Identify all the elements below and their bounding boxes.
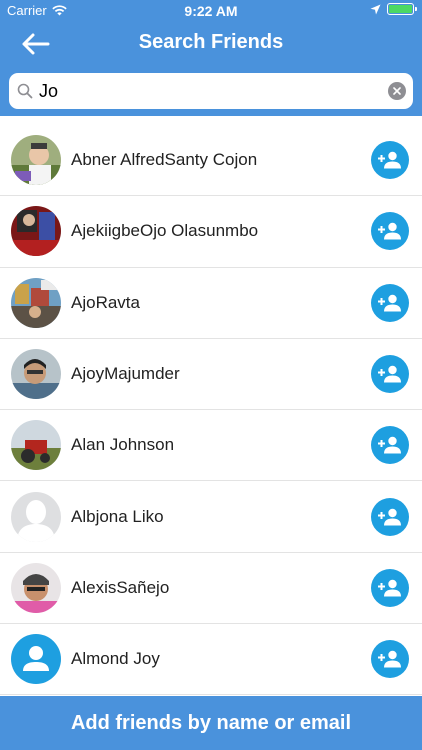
friend-row[interactable]: Alan Johnson [0, 410, 422, 482]
nav-bar: Search Friends [0, 22, 422, 66]
add-person-icon [378, 508, 401, 526]
add-friends-label: Add friends by name or email [70, 711, 352, 734]
avatar [11, 206, 61, 257]
friend-row[interactable]: Abner AlfredSanty Cojon [0, 125, 422, 197]
add-friend-button[interactable] [371, 568, 409, 607]
add-friend-button[interactable] [371, 283, 409, 322]
add-friend-button[interactable] [371, 355, 409, 394]
friend-name: Abner AlfredSanty Cojon [71, 150, 258, 170]
add-friend-button[interactable] [371, 141, 409, 180]
friend-name: Alan Johnson [71, 435, 175, 455]
avatar [11, 277, 61, 328]
friend-row[interactable]: AjekiigbeOjo Olasunmbo [0, 196, 422, 268]
status-time: 9:22 AM [184, 3, 238, 19]
avatar [11, 349, 61, 400]
avatar [11, 634, 61, 685]
friend-name: Almond Joy [71, 649, 160, 669]
page-title: Search Friends [138, 31, 284, 53]
friend-row[interactable]: AjoRavta [0, 268, 422, 339]
search-bar [9, 73, 413, 109]
add-friend-button[interactable] [371, 497, 409, 536]
friend-row[interactable]: Almond Joy [0, 624, 422, 696]
add-person-icon [378, 579, 401, 597]
add-friend-button[interactable] [371, 212, 409, 251]
search-icon [17, 83, 33, 99]
avatar [11, 562, 61, 613]
avatar [11, 135, 61, 186]
friend-name: AlexisSañejo [71, 577, 170, 597]
add-person-icon [378, 365, 401, 383]
add-friend-button[interactable] [371, 640, 409, 679]
friend-name: AjoRavta [71, 292, 140, 312]
friend-row[interactable]: AlexisSañejo [0, 553, 422, 625]
add-person-icon [378, 651, 401, 668]
clear-search-button[interactable] [388, 82, 406, 100]
add-person-icon [378, 437, 401, 454]
location-arrow-icon [370, 4, 381, 14]
friend-row[interactable]: Albjona Liko [0, 481, 422, 553]
friend-name: Albjona Liko [71, 506, 164, 526]
header: Carrier 9:22 AM Search Friends [0, 0, 422, 116]
add-friends-button[interactable]: Add friends by name or email [0, 696, 422, 750]
add-person-icon [378, 294, 401, 312]
friend-name: AjoyMajumder [71, 364, 180, 384]
search-input[interactable] [39, 73, 379, 109]
friend-name: AjekiigbeOjo Olasunmbo [71, 221, 259, 241]
friend-list: Abner AlfredSanty Cojon AjekiigbeOjo Ola… [0, 125, 422, 696]
avatar [11, 491, 61, 542]
clear-icon [393, 87, 401, 95]
status-bar: Carrier 9:22 AM [0, 0, 422, 22]
add-person-icon [378, 151, 401, 169]
add-friend-button[interactable] [371, 426, 409, 465]
status-right [370, 3, 417, 15]
avatar [11, 420, 61, 471]
add-person-icon [378, 223, 401, 240]
battery-icon [387, 3, 417, 15]
friend-row[interactable]: AjoyMajumder [0, 339, 422, 411]
